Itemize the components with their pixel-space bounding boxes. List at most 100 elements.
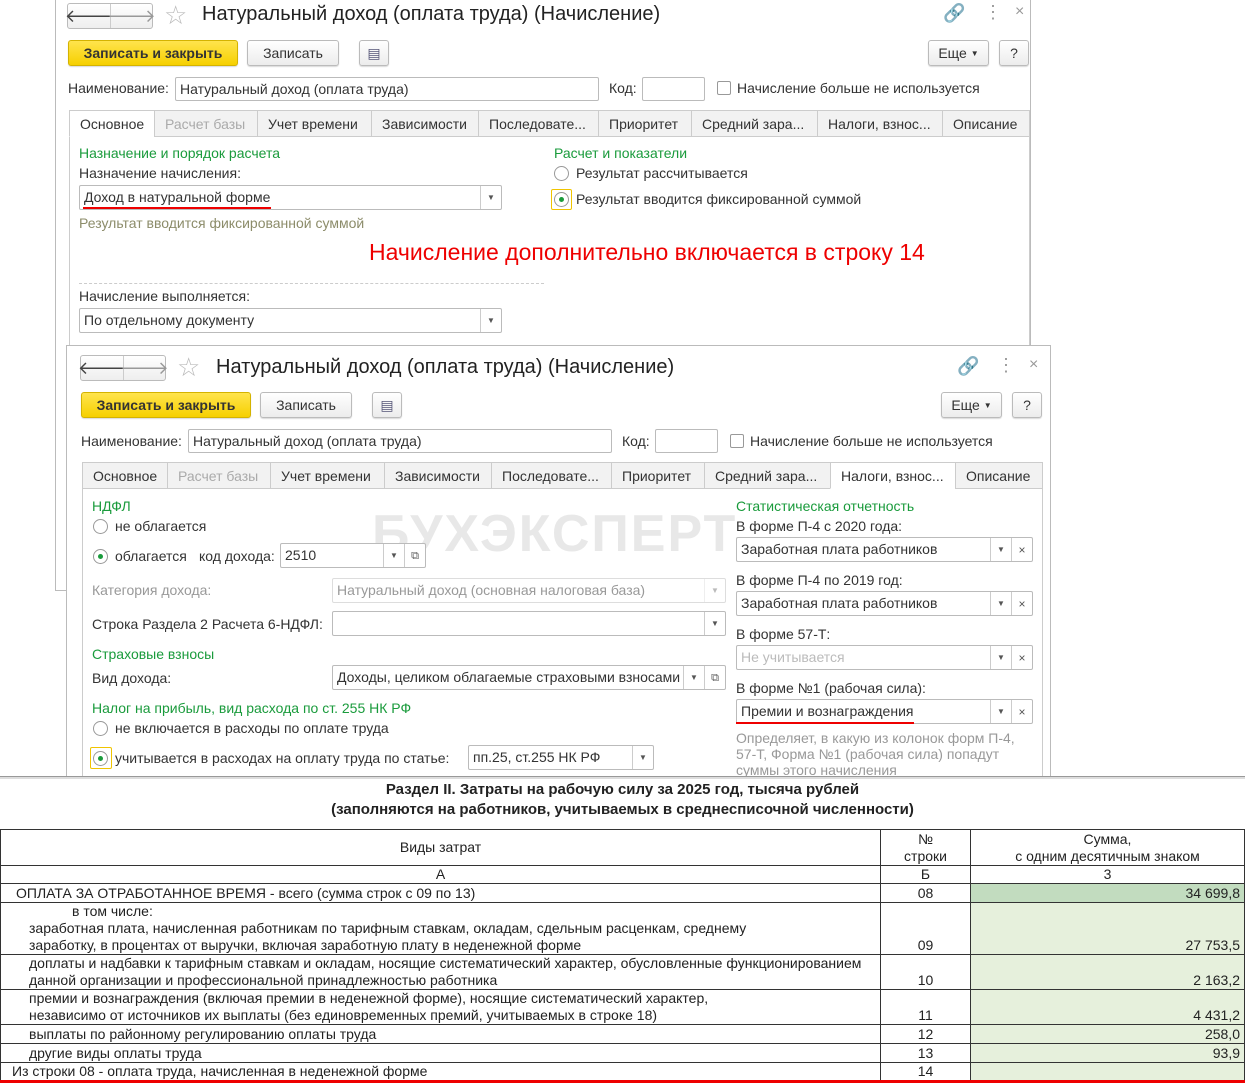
category-select[interactable]: Натуральный доход (основная налоговая ба… <box>332 578 726 603</box>
tab-taxes[interactable]: Налоги, взнос... <box>817 110 943 137</box>
open-icon[interactable]: ⧉ <box>404 544 425 567</box>
section-calc: Расчет и показатели <box>554 145 688 161</box>
close-icon[interactable]: × <box>1015 3 1024 21</box>
chevron-down-icon[interactable]: ▼ <box>632 746 653 769</box>
open-icon[interactable]: ⧉ <box>704 666 725 689</box>
forward-icon[interactable]: 🡒 <box>120 356 169 380</box>
more-button[interactable]: Еще ▼ <box>941 392 1002 418</box>
save-button[interactable]: Записать <box>260 392 352 418</box>
radio-included-label: учитывается в расходах на оплату труда п… <box>115 750 450 766</box>
hint-line: 57-Т, Форма №1 (рабочая сила) попадут <box>736 746 1000 762</box>
tab-priority[interactable]: Приоритет <box>611 462 705 489</box>
more-button[interactable]: Еще ▼ <box>928 40 989 66</box>
tab-base[interactable]: Расчет базы <box>154 110 258 137</box>
tab-deps[interactable]: Зависимости <box>384 462 492 489</box>
clear-icon[interactable]: × <box>1011 646 1032 669</box>
purpose-hint: Результат вводится фиксированной суммой <box>79 215 365 231</box>
clear-icon[interactable]: × <box>1011 700 1032 723</box>
chevron-down-icon[interactable]: ▼ <box>480 186 501 209</box>
radio-not-taxed[interactable] <box>93 519 108 534</box>
f1-select[interactable]: Премии и вознаграждения ▼ × <box>736 699 1033 724</box>
section-profit-tax: Налог на прибыль, вид расхода по ст. 255… <box>92 700 412 716</box>
tab-deps[interactable]: Зависимости <box>371 110 479 137</box>
tab-sequence[interactable]: Последовате... <box>491 462 612 489</box>
window-title: Натуральный доход (оплата труда) (Начисл… <box>202 3 661 25</box>
tab-average[interactable]: Средний зара... <box>691 110 818 137</box>
back-icon[interactable]: 🡐 <box>78 356 126 380</box>
accrual-window-front: 🡐 🡒 ☆ Натуральный доход (оплата труда) (Н… <box>66 345 1051 777</box>
report-subtitle: (заполняются на работников, учитываемых … <box>331 801 914 818</box>
code-input[interactable] <box>642 77 705 101</box>
income-type-select[interactable]: Доходы, целиком облагаемые страховыми вз… <box>332 665 726 690</box>
unused-checkbox[interactable] <box>730 434 744 448</box>
star-icon[interactable]: ☆ <box>164 0 187 31</box>
section-stat: Статистическая отчетность <box>736 498 915 514</box>
p4-2019-select[interactable]: Заработная плата работников ▼ × <box>736 591 1033 616</box>
p4-2020-select[interactable]: Заработная плата работников ▼ × <box>736 537 1033 562</box>
name-input[interactable]: Натуральный доход (оплата труда) <box>188 429 612 453</box>
tab-average[interactable]: Средний зара... <box>704 462 831 489</box>
name-input[interactable]: Натуральный доход (оплата труда) <box>175 77 599 101</box>
list-icon[interactable]: ▤ <box>372 392 402 418</box>
line6-select[interactable]: ▼ <box>332 611 726 636</box>
tab-main[interactable]: Основное <box>69 110 155 137</box>
hint-line: суммы этого начисления <box>736 762 897 777</box>
save-close-button[interactable]: Записать и закрыть <box>68 40 238 66</box>
more-dots-icon[interactable]: ⋮ <box>984 2 1002 23</box>
chevron-down-icon[interactable]: ▼ <box>383 544 404 567</box>
article-select[interactable]: пп.25, ст.255 НК РФ ▼ <box>468 745 654 770</box>
radio-calc-label: Результат рассчитывается <box>576 165 748 181</box>
chevron-down-icon[interactable]: ▼ <box>990 646 1011 669</box>
chevron-down-icon[interactable]: ▼ <box>480 309 501 332</box>
radio-fixed-label: Результат вводится фиксированной суммой <box>576 191 862 207</box>
tab-time[interactable]: Учет времени <box>257 110 372 137</box>
chevron-down-icon[interactable]: ▼ <box>704 612 725 635</box>
clear-icon[interactable]: × <box>1011 592 1032 615</box>
star-icon[interactable]: ☆ <box>177 352 200 383</box>
save-button[interactable]: Записать <box>247 40 339 66</box>
close-icon[interactable]: × <box>1029 356 1038 374</box>
table-row: выплаты по районному регулированию оплат… <box>0 1024 1245 1044</box>
radio-fixed[interactable] <box>554 192 569 207</box>
tab-priority[interactable]: Приоритет <box>598 110 692 137</box>
help-button[interactable]: ? <box>1012 392 1042 418</box>
tab-sequence[interactable]: Последовате... <box>478 110 599 137</box>
f57-label: В форме 57-Т: <box>736 626 831 642</box>
forward-icon[interactable]: 🡒 <box>107 4 156 28</box>
nav-buttons[interactable]: 🡐 🡒 <box>65 3 156 29</box>
table-row: другие виды оплаты труда 13 93,9 <box>0 1043 1245 1063</box>
tab-base[interactable]: Расчет базы <box>167 462 271 489</box>
tab-main[interactable]: Основное <box>82 462 168 489</box>
nav-buttons[interactable]: 🡐 🡒 <box>78 355 169 381</box>
link-icon[interactable]: 🔗 <box>943 3 965 24</box>
income-code-select[interactable]: 2510 ▼ ⧉ <box>280 543 426 568</box>
radio-not-included[interactable] <box>93 721 108 736</box>
more-dots-icon[interactable]: ⋮ <box>997 355 1015 376</box>
radio-included[interactable] <box>93 751 108 766</box>
chevron-down-icon[interactable]: ▼ <box>990 538 1011 561</box>
exec-select[interactable]: По отдельному документу ▼ <box>79 308 502 333</box>
tab-bar: Основное Расчет базы Учет времени Зависи… <box>69 110 1030 137</box>
tab-time[interactable]: Учет времени <box>270 462 385 489</box>
list-icon[interactable]: ▤ <box>359 40 389 66</box>
red-underline <box>83 207 271 209</box>
back-icon[interactable]: 🡐 <box>65 4 113 28</box>
chevron-down-icon[interactable]: ▼ <box>990 700 1011 723</box>
chevron-down-icon[interactable]: ▼ <box>683 666 704 689</box>
code-input[interactable] <box>655 429 718 453</box>
link-icon[interactable]: 🔗 <box>957 356 979 377</box>
radio-taxed[interactable] <box>93 549 108 564</box>
f57-select[interactable]: Не учитывается ▼ × <box>736 645 1033 670</box>
unused-checkbox[interactable] <box>717 81 731 95</box>
red-underline <box>736 722 914 724</box>
clear-icon[interactable]: × <box>1011 538 1032 561</box>
radio-calc[interactable] <box>554 166 569 181</box>
header-kinds: Виды затрат <box>0 829 881 866</box>
chevron-down-icon[interactable]: ▼ <box>990 592 1011 615</box>
save-close-button[interactable]: Записать и закрыть <box>81 392 251 418</box>
help-button[interactable]: ? <box>999 40 1029 66</box>
report-table: Виды затрат № строки Сумма, с одним десятичн… <box>0 829 1245 1083</box>
tab-description[interactable]: Описание <box>955 462 1043 489</box>
tab-taxes[interactable]: Налоги, взнос... <box>830 462 956 489</box>
tab-description[interactable]: Описание <box>942 110 1030 137</box>
